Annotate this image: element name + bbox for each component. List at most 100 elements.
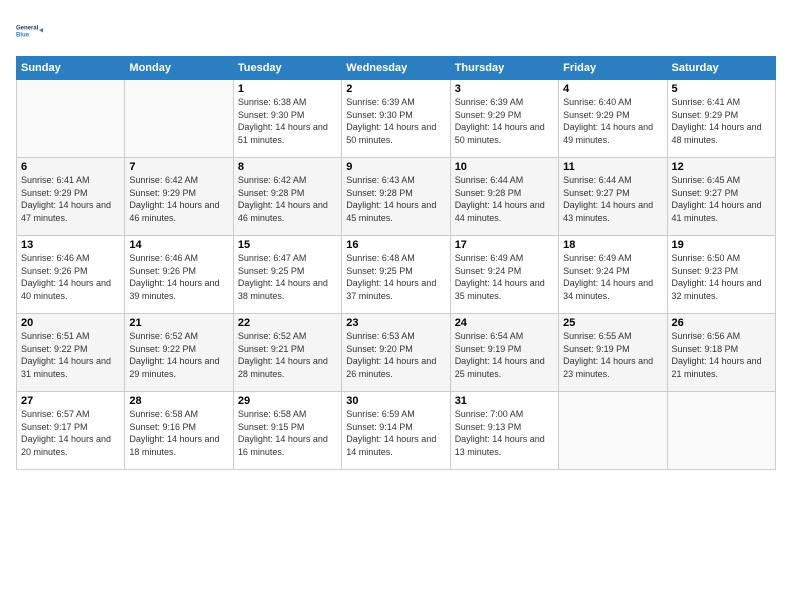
day-info: Sunrise: 6:49 AM Sunset: 9:24 PM Dayligh… [455,252,554,302]
day-number: 19 [672,239,771,251]
svg-text:General: General [16,26,39,32]
calendar-cell: 10Sunrise: 6:44 AM Sunset: 9:28 PM Dayli… [450,158,558,236]
calendar-cell: 31Sunrise: 7:00 AM Sunset: 9:13 PM Dayli… [450,392,558,470]
day-info: Sunrise: 6:57 AM Sunset: 9:17 PM Dayligh… [21,408,120,458]
day-info: Sunrise: 6:52 AM Sunset: 9:22 PM Dayligh… [129,330,228,380]
calendar: SundayMondayTuesdayWednesdayThursdayFrid… [16,56,776,470]
logo-icon: GeneralBlue [16,16,46,46]
calendar-cell: 21Sunrise: 6:52 AM Sunset: 9:22 PM Dayli… [125,314,233,392]
calendar-cell: 28Sunrise: 6:58 AM Sunset: 9:16 PM Dayli… [125,392,233,470]
day-number: 8 [238,161,337,173]
day-number: 25 [563,317,662,329]
calendar-cell: 30Sunrise: 6:59 AM Sunset: 9:14 PM Dayli… [342,392,450,470]
day-info: Sunrise: 6:38 AM Sunset: 9:30 PM Dayligh… [238,96,337,146]
day-number: 10 [455,161,554,173]
day-info: Sunrise: 6:58 AM Sunset: 9:16 PM Dayligh… [129,408,228,458]
day-number: 30 [346,395,445,407]
calendar-header-monday: Monday [125,57,233,80]
day-info: Sunrise: 6:44 AM Sunset: 9:27 PM Dayligh… [563,174,662,224]
calendar-cell: 22Sunrise: 6:52 AM Sunset: 9:21 PM Dayli… [233,314,341,392]
calendar-cell: 12Sunrise: 6:45 AM Sunset: 9:27 PM Dayli… [667,158,775,236]
calendar-header-wednesday: Wednesday [342,57,450,80]
day-number: 28 [129,395,228,407]
day-number: 7 [129,161,228,173]
calendar-cell: 4Sunrise: 6:40 AM Sunset: 9:29 PM Daylig… [559,80,667,158]
day-info: Sunrise: 6:47 AM Sunset: 9:25 PM Dayligh… [238,252,337,302]
calendar-cell: 27Sunrise: 6:57 AM Sunset: 9:17 PM Dayli… [17,392,125,470]
day-info: Sunrise: 6:50 AM Sunset: 9:23 PM Dayligh… [672,252,771,302]
calendar-cell: 14Sunrise: 6:46 AM Sunset: 9:26 PM Dayli… [125,236,233,314]
day-info: Sunrise: 6:48 AM Sunset: 9:25 PM Dayligh… [346,252,445,302]
calendar-week-4: 20Sunrise: 6:51 AM Sunset: 9:22 PM Dayli… [17,314,776,392]
day-info: Sunrise: 6:55 AM Sunset: 9:19 PM Dayligh… [563,330,662,380]
day-number: 23 [346,317,445,329]
day-number: 4 [563,83,662,95]
day-info: Sunrise: 6:53 AM Sunset: 9:20 PM Dayligh… [346,330,445,380]
day-number: 17 [455,239,554,251]
calendar-cell: 26Sunrise: 6:56 AM Sunset: 9:18 PM Dayli… [667,314,775,392]
calendar-header-tuesday: Tuesday [233,57,341,80]
calendar-cell: 24Sunrise: 6:54 AM Sunset: 9:19 PM Dayli… [450,314,558,392]
day-info: Sunrise: 6:39 AM Sunset: 9:29 PM Dayligh… [455,96,554,146]
calendar-cell: 9Sunrise: 6:43 AM Sunset: 9:28 PM Daylig… [342,158,450,236]
day-info: Sunrise: 6:40 AM Sunset: 9:29 PM Dayligh… [563,96,662,146]
calendar-header-saturday: Saturday [667,57,775,80]
calendar-cell [559,392,667,470]
calendar-cell: 7Sunrise: 6:42 AM Sunset: 9:29 PM Daylig… [125,158,233,236]
calendar-header-thursday: Thursday [450,57,558,80]
calendar-cell: 19Sunrise: 6:50 AM Sunset: 9:23 PM Dayli… [667,236,775,314]
day-number: 1 [238,83,337,95]
day-info: Sunrise: 6:41 AM Sunset: 9:29 PM Dayligh… [21,174,120,224]
day-info: Sunrise: 6:58 AM Sunset: 9:15 PM Dayligh… [238,408,337,458]
calendar-cell: 5Sunrise: 6:41 AM Sunset: 9:29 PM Daylig… [667,80,775,158]
calendar-cell [125,80,233,158]
day-number: 21 [129,317,228,329]
calendar-week-1: 1Sunrise: 6:38 AM Sunset: 9:30 PM Daylig… [17,80,776,158]
day-info: Sunrise: 6:46 AM Sunset: 9:26 PM Dayligh… [129,252,228,302]
day-info: Sunrise: 6:49 AM Sunset: 9:24 PM Dayligh… [563,252,662,302]
day-number: 2 [346,83,445,95]
day-number: 18 [563,239,662,251]
calendar-cell: 8Sunrise: 6:42 AM Sunset: 9:28 PM Daylig… [233,158,341,236]
logo: GeneralBlue [16,16,46,46]
day-number: 3 [455,83,554,95]
calendar-cell: 23Sunrise: 6:53 AM Sunset: 9:20 PM Dayli… [342,314,450,392]
calendar-cell: 11Sunrise: 6:44 AM Sunset: 9:27 PM Dayli… [559,158,667,236]
day-info: Sunrise: 6:45 AM Sunset: 9:27 PM Dayligh… [672,174,771,224]
calendar-week-3: 13Sunrise: 6:46 AM Sunset: 9:26 PM Dayli… [17,236,776,314]
day-info: Sunrise: 6:44 AM Sunset: 9:28 PM Dayligh… [455,174,554,224]
day-number: 9 [346,161,445,173]
day-number: 16 [346,239,445,251]
calendar-cell: 17Sunrise: 6:49 AM Sunset: 9:24 PM Dayli… [450,236,558,314]
calendar-cell: 29Sunrise: 6:58 AM Sunset: 9:15 PM Dayli… [233,392,341,470]
day-number: 15 [238,239,337,251]
day-info: Sunrise: 7:00 AM Sunset: 9:13 PM Dayligh… [455,408,554,458]
calendar-header-sunday: Sunday [17,57,125,80]
day-number: 27 [21,395,120,407]
calendar-header-friday: Friday [559,57,667,80]
calendar-cell: 6Sunrise: 6:41 AM Sunset: 9:29 PM Daylig… [17,158,125,236]
svg-text:Blue: Blue [16,32,30,38]
calendar-cell: 2Sunrise: 6:39 AM Sunset: 9:30 PM Daylig… [342,80,450,158]
day-info: Sunrise: 6:39 AM Sunset: 9:30 PM Dayligh… [346,96,445,146]
day-info: Sunrise: 6:46 AM Sunset: 9:26 PM Dayligh… [21,252,120,302]
calendar-header-row: SundayMondayTuesdayWednesdayThursdayFrid… [17,57,776,80]
calendar-week-5: 27Sunrise: 6:57 AM Sunset: 9:17 PM Dayli… [17,392,776,470]
day-number: 14 [129,239,228,251]
day-info: Sunrise: 6:42 AM Sunset: 9:29 PM Dayligh… [129,174,228,224]
calendar-cell: 16Sunrise: 6:48 AM Sunset: 9:25 PM Dayli… [342,236,450,314]
day-info: Sunrise: 6:52 AM Sunset: 9:21 PM Dayligh… [238,330,337,380]
calendar-cell: 15Sunrise: 6:47 AM Sunset: 9:25 PM Dayli… [233,236,341,314]
day-info: Sunrise: 6:43 AM Sunset: 9:28 PM Dayligh… [346,174,445,224]
calendar-cell: 20Sunrise: 6:51 AM Sunset: 9:22 PM Dayli… [17,314,125,392]
day-number: 12 [672,161,771,173]
day-number: 26 [672,317,771,329]
day-info: Sunrise: 6:54 AM Sunset: 9:19 PM Dayligh… [455,330,554,380]
calendar-cell: 18Sunrise: 6:49 AM Sunset: 9:24 PM Dayli… [559,236,667,314]
day-number: 13 [21,239,120,251]
calendar-cell: 1Sunrise: 6:38 AM Sunset: 9:30 PM Daylig… [233,80,341,158]
day-info: Sunrise: 6:56 AM Sunset: 9:18 PM Dayligh… [672,330,771,380]
calendar-cell [667,392,775,470]
calendar-cell [17,80,125,158]
day-number: 24 [455,317,554,329]
